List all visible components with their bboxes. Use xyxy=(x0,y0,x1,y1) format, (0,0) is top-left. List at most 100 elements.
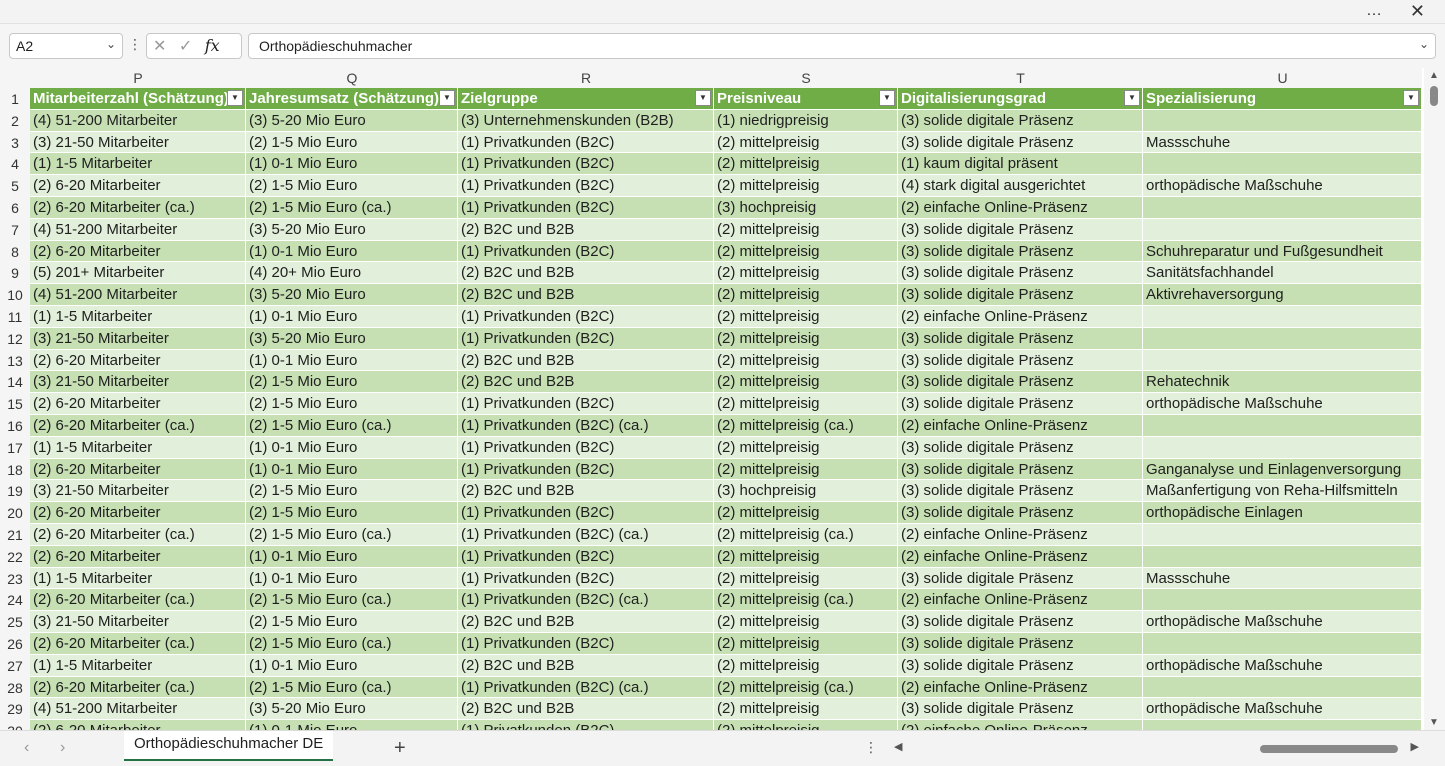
table-cell[interactable]: (2) 6-20 Mitarbeiter xyxy=(30,349,246,372)
table-cell[interactable]: (2) B2C und B2B xyxy=(458,284,714,306)
table-cell[interactable]: (3) 5-20 Mio Euro xyxy=(246,284,458,306)
table-cell[interactable]: (2) mittelpreisig xyxy=(714,327,898,350)
table-cell[interactable]: orthopädische Maßschuhe xyxy=(1143,393,1422,415)
table-cell[interactable]: (2) 1-5 Mio Euro (ca.) xyxy=(246,197,458,219)
table-cell[interactable]: (3) 5-20 Mio Euro xyxy=(246,698,458,721)
filter-dropdown-icon[interactable]: ▼ xyxy=(1124,90,1140,106)
add-sheet-icon[interactable]: + xyxy=(394,737,406,760)
table-cell[interactable]: (3) 21-50 Mitarbeiter xyxy=(30,327,246,350)
table-cell[interactable]: (1) Privatkunden (B2C) xyxy=(458,633,714,655)
table-header-cell[interactable]: Zielgruppe ▼ xyxy=(458,88,714,110)
table-cell[interactable]: (4) 51-200 Mitarbeiter xyxy=(30,698,246,721)
table-cell[interactable]: (2) mittelpreisig xyxy=(714,458,898,481)
table-cell[interactable]: (2) 6-20 Mitarbeiter (ca.) xyxy=(30,633,246,655)
table-cell[interactable]: (2) mittelpreisig xyxy=(714,262,898,285)
table-cell[interactable]: (2) 6-20 Mitarbeiter xyxy=(30,393,246,415)
table-cell[interactable]: (4) 51-200 Mitarbeiter xyxy=(30,284,246,306)
table-cell[interactable]: Rehatechnik xyxy=(1143,371,1422,394)
table-cell[interactable]: (3) 21-50 Mitarbeiter xyxy=(30,611,246,633)
column-header-r[interactable]: R xyxy=(458,68,714,88)
table-cell[interactable]: (3) solide digitale Präsenz xyxy=(898,502,1143,524)
table-cell[interactable]: (2) 1-5 Mio Euro xyxy=(246,371,458,394)
table-cell[interactable]: (1) Privatkunden (B2C) xyxy=(458,436,714,459)
table-cell[interactable]: (3) solide digitale Präsenz xyxy=(898,218,1143,241)
scroll-up-icon[interactable]: ▲ xyxy=(1429,70,1439,81)
table-cell[interactable]: (2) 1-5 Mio Euro xyxy=(246,502,458,524)
table-cell[interactable]: (2) B2C und B2B xyxy=(458,611,714,633)
table-cell[interactable]: (3) solide digitale Präsenz xyxy=(898,393,1143,415)
table-cell[interactable]: (3) solide digitale Präsenz xyxy=(898,480,1143,503)
table-cell[interactable]: orthopädische Maßschuhe xyxy=(1143,654,1422,677)
row-header[interactable]: 10 xyxy=(0,284,30,306)
table-cell[interactable]: (2) einfache Online-Präsenz xyxy=(898,306,1143,328)
row-header[interactable]: 6 xyxy=(0,197,30,219)
name-box[interactable]: A2 ⌄ xyxy=(9,33,123,59)
table-cell[interactable]: (1) 1-5 Mitarbeiter xyxy=(30,436,246,459)
table-header-cell[interactable]: Spezialisierung ▼ xyxy=(1143,88,1422,110)
table-cell[interactable]: (1) Privatkunden (B2C) xyxy=(458,306,714,328)
table-cell[interactable]: (3) hochpreisig xyxy=(714,480,898,503)
row-header[interactable]: 28 xyxy=(0,676,30,699)
table-cell[interactable]: (1) 0-1 Mio Euro xyxy=(246,458,458,481)
row-header[interactable]: 11 xyxy=(0,306,30,328)
table-cell[interactable]: (3) solide digitale Präsenz xyxy=(898,654,1143,677)
row-header[interactable]: 18 xyxy=(0,458,30,481)
table-cell[interactable]: (2) mittelpreisig xyxy=(714,349,898,372)
table-cell[interactable]: (1) Privatkunden (B2C) xyxy=(458,393,714,415)
table-cell[interactable]: orthopädische Einlagen xyxy=(1143,502,1422,524)
table-cell[interactable] xyxy=(1143,109,1422,132)
row-header[interactable]: 13 xyxy=(0,349,30,372)
table-cell[interactable]: orthopädische Maßschuhe xyxy=(1143,611,1422,633)
table-cell[interactable] xyxy=(1143,218,1422,241)
next-sheet-icon[interactable]: › xyxy=(60,739,65,757)
table-cell[interactable]: (2) 6-20 Mitarbeiter xyxy=(30,175,246,197)
table-header-cell[interactable]: Preisniveau ▼ xyxy=(714,88,898,110)
row-header[interactable]: 26 xyxy=(0,633,30,655)
row-header[interactable]: 21 xyxy=(0,524,30,546)
table-cell[interactable]: (2) B2C und B2B xyxy=(458,218,714,241)
table-cell[interactable]: (2) einfache Online-Präsenz xyxy=(898,676,1143,699)
row-header[interactable]: 27 xyxy=(0,654,30,677)
row-header[interactable]: 17 xyxy=(0,436,30,459)
row-header[interactable]: 7 xyxy=(0,218,30,241)
table-cell[interactable]: (2) 6-20 Mitarbeiter (ca.) xyxy=(30,415,246,437)
scroll-right-icon[interactable]: ▶ xyxy=(1411,740,1419,753)
table-cell[interactable]: (2) mittelpreisig xyxy=(714,306,898,328)
table-cell[interactable] xyxy=(1143,415,1422,437)
table-cell[interactable]: (2) einfache Online-Präsenz xyxy=(898,589,1143,612)
table-cell[interactable]: (2) mittelpreisig (ca.) xyxy=(714,589,898,612)
row-header[interactable]: 25 xyxy=(0,611,30,633)
table-cell[interactable]: (2) 1-5 Mio Euro (ca.) xyxy=(246,589,458,612)
column-header-q[interactable]: Q xyxy=(246,68,458,88)
table-cell[interactable]: (4) stark digital ausgerichtet xyxy=(898,175,1143,197)
column-header-t[interactable]: T xyxy=(898,68,1143,88)
sheet-tab-active[interactable]: Orthopädieschuhmacher DE xyxy=(124,731,334,761)
table-cell[interactable]: (1) Privatkunden (B2C) (ca.) xyxy=(458,524,714,546)
table-cell[interactable]: (1) Privatkunden (B2C) xyxy=(458,502,714,524)
table-cell[interactable]: (1) Privatkunden (B2C) xyxy=(458,458,714,481)
table-cell[interactable]: (1) Privatkunden (B2C) xyxy=(458,197,714,219)
row-header[interactable]: 22 xyxy=(0,545,30,568)
horizontal-scroll-thumb[interactable] xyxy=(1260,745,1398,753)
table-cell[interactable]: (1) Privatkunden (B2C) xyxy=(458,175,714,197)
table-cell[interactable] xyxy=(1143,720,1422,730)
table-cell[interactable] xyxy=(1143,589,1422,612)
table-header-cell[interactable]: Mitarbeiterzahl (Schätzung) ▼ xyxy=(30,88,246,110)
spreadsheet-grid[interactable]: P Q R S T U 1 Mitarbeiterzahl (Schätzung) ▼ Jahre… xyxy=(0,68,1424,730)
table-cell[interactable]: (2) 6-20 Mitarbeiter xyxy=(30,458,246,481)
table-cell[interactable]: (4) 20+ Mio Euro xyxy=(246,262,458,285)
table-header-cell[interactable]: Digitalisierungsgrad ▼ xyxy=(898,88,1143,110)
scroll-down-icon[interactable]: ▼ xyxy=(1429,717,1439,728)
table-cell[interactable]: (3) Unternehmenskunden (B2B) xyxy=(458,109,714,132)
table-cell[interactable]: (2) mittelpreisig (ca.) xyxy=(714,524,898,546)
table-cell[interactable]: (3) solide digitale Präsenz xyxy=(898,611,1143,633)
table-cell[interactable]: (2) mittelpreisig xyxy=(714,654,898,677)
table-cell[interactable]: (3) 5-20 Mio Euro xyxy=(246,327,458,350)
vertical-scrollbar[interactable]: ▲ ▼ xyxy=(1424,68,1445,730)
table-cell[interactable]: (1) Privatkunden (B2C) xyxy=(458,131,714,154)
expand-formula-icon[interactable]: ⌄ xyxy=(1419,37,1429,51)
table-cell[interactable]: (3) hochpreisig xyxy=(714,197,898,219)
filter-dropdown-icon[interactable]: ▼ xyxy=(1403,90,1419,106)
table-cell[interactable]: (2) mittelpreisig xyxy=(714,240,898,263)
table-cell[interactable]: (1) 0-1 Mio Euro xyxy=(246,306,458,328)
